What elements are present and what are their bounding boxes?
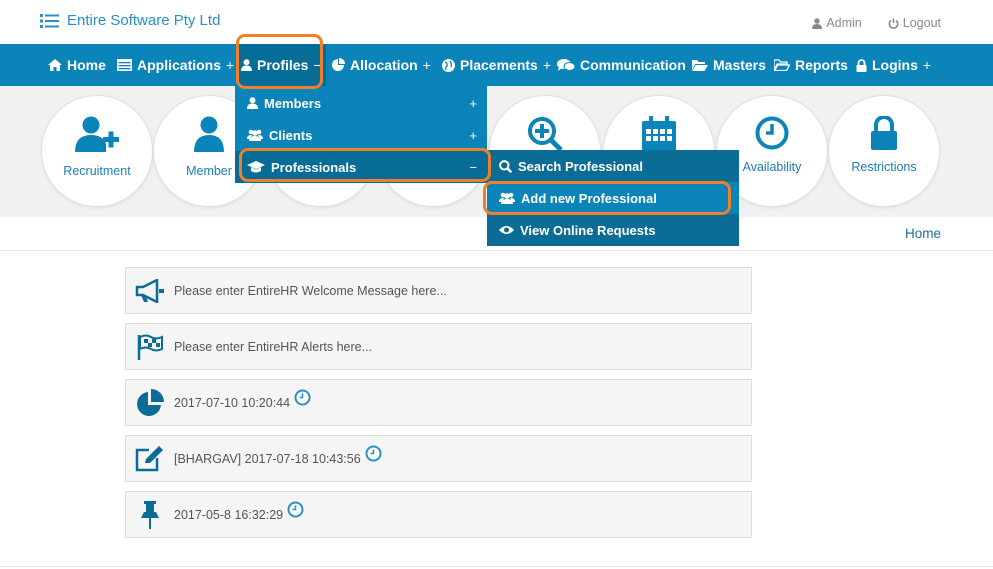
hero-label: Member [186, 164, 232, 178]
eye-icon [499, 226, 514, 234]
nav-allocation[interactable]: Allocation + [331, 44, 431, 86]
nav-placements[interactable]: Placements + [442, 44, 551, 86]
home-icon [48, 59, 62, 71]
pie-chart-icon [332, 58, 345, 71]
nav-logins[interactable]: Logins + [856, 44, 931, 86]
pie-chart-icon [137, 388, 164, 416]
user-icon [247, 97, 258, 109]
users-icon [247, 129, 263, 141]
logout-link[interactable]: Logout [888, 16, 941, 30]
menu-item-search-professional[interactable]: Search Professional [487, 150, 739, 182]
clock-icon [365, 445, 382, 462]
timestamp-panel-1: 2017-07-10 10:20:44 [125, 379, 752, 426]
megaphone-icon [135, 278, 164, 303]
lock-icon [871, 116, 897, 150]
list-icon [40, 13, 59, 28]
footer-divider [0, 566, 993, 567]
edit-icon [135, 445, 163, 471]
hero-recruitment[interactable]: Recruitment [41, 95, 153, 207]
clock-icon [287, 501, 304, 518]
panel-text: 2017-05-8 16:32:29 [174, 507, 284, 522]
search-icon [499, 159, 512, 173]
nav-reports[interactable]: Reports [774, 44, 848, 86]
panel-text: [BHARGAV] 2017-07-18 10:43:56 [174, 451, 361, 466]
graduation-cap-icon [247, 161, 265, 173]
professionals-submenu: Search Professional Add new Professional… [487, 150, 739, 246]
panel-text: Please enter EntireHR Welcome Message he… [174, 283, 447, 298]
panel-text: Please enter EntireHR Alerts here... [174, 339, 373, 354]
clock-icon [294, 389, 311, 406]
top-bar: Entire Software Pty Ltd Admin Logout [0, 0, 993, 44]
user-plus-icon [75, 116, 119, 152]
nav-masters[interactable]: Masters [692, 44, 766, 86]
menu-item-members[interactable]: Members + [235, 87, 487, 119]
timestamp-panel-3: 2017-05-8 16:32:29 [125, 491, 752, 538]
panel-text: 2017-07-10 10:20:44 [174, 395, 291, 410]
user-icon [194, 116, 224, 152]
user-icon [241, 59, 252, 71]
logout-label: Logout [902, 16, 941, 30]
profiles-dropdown-menu: Members + Clients + Professionals − [235, 86, 487, 183]
hero-restrictions[interactable]: Restrictions [828, 95, 940, 207]
menu-item-professionals[interactable]: Professionals − [235, 151, 487, 183]
comments-icon [557, 58, 575, 71]
hero-label: Availability [742, 160, 802, 174]
alerts-panel: Please enter EntireHR Alerts here... [125, 323, 752, 370]
menu-item-view-online-requests[interactable]: View Online Requests [487, 214, 739, 246]
brand-name: Entire Software Pty Ltd [67, 12, 221, 29]
users-icon [499, 192, 515, 204]
nav-applications[interactable]: Applications + [117, 44, 234, 86]
hero-label: Recruitment [63, 164, 131, 178]
calendar-icon [642, 116, 676, 151]
folder-open-icon [774, 59, 790, 71]
nav-profiles[interactable]: Profiles − [237, 44, 326, 86]
hero-label: Restrictions [851, 160, 917, 174]
user-icon [812, 17, 823, 29]
table-icon [117, 59, 132, 71]
clock-icon [755, 116, 789, 150]
admin-label: Admin [826, 16, 862, 30]
timestamp-panel-2: [BHARGAV] 2017-07-18 10:43:56 [125, 435, 752, 482]
pin-icon [141, 500, 159, 529]
brand[interactable]: Entire Software Pty Ltd [40, 12, 220, 29]
search-plus-icon [528, 117, 563, 152]
breadcrumb-home[interactable]: Home [905, 226, 941, 241]
nav-communication[interactable]: Communication [557, 44, 686, 86]
folder-open-icon [692, 60, 708, 71]
admin-link[interactable]: Admin [812, 16, 862, 30]
welcome-message-panel: Please enter EntireHR Welcome Message he… [125, 267, 752, 314]
lock-icon [856, 58, 867, 72]
power-icon [888, 18, 899, 29]
main-navbar: Home Applications + Profiles − Allocation +… [0, 44, 993, 86]
menu-item-clients[interactable]: Clients + [235, 119, 487, 151]
menu-item-add-new-professional[interactable]: Add new Professional [487, 182, 739, 214]
flag-icon [137, 334, 163, 360]
nav-home[interactable]: Home [48, 44, 106, 86]
globe-icon [442, 58, 455, 72]
